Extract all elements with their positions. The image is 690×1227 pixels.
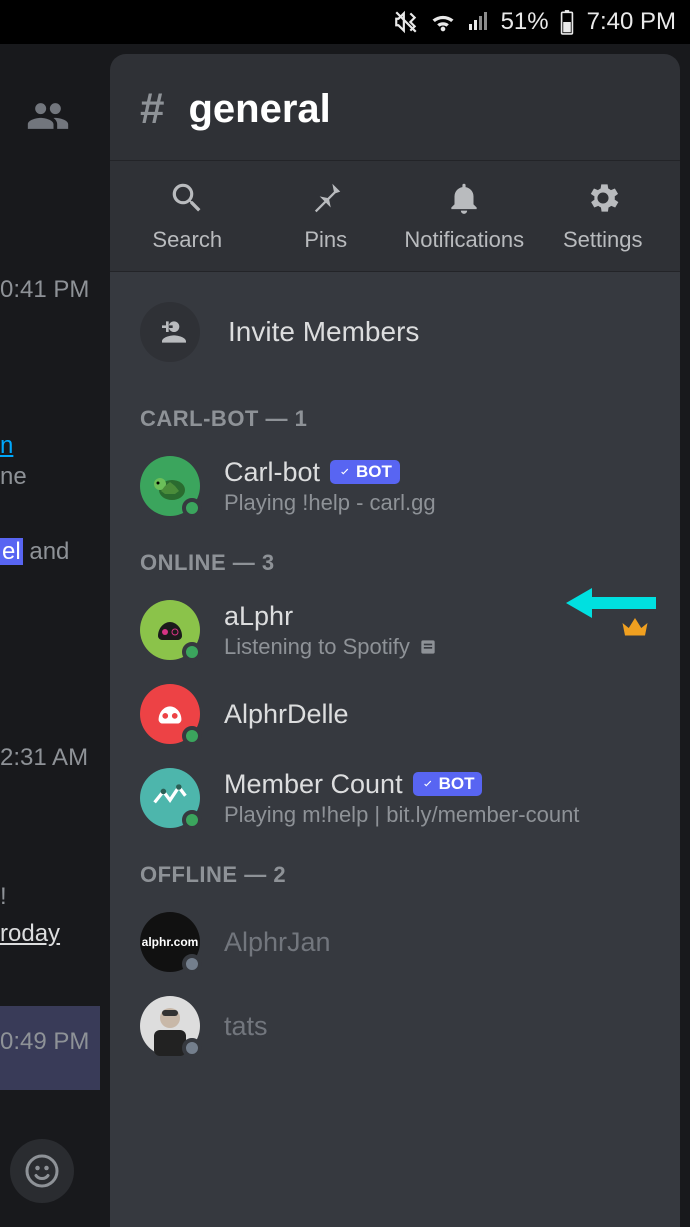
member-section-header: ONLINE — 3 [110,528,680,588]
search-button[interactable]: Search [118,179,257,253]
wifi-icon [429,8,457,36]
avatar [140,456,200,516]
battery-icon [559,9,575,35]
avatar [140,684,200,744]
member-section-header: CARL-BOT — 1 [110,384,680,444]
settings-button[interactable]: Settings [534,179,673,253]
member-row[interactable]: alphr.com AlphrJan [110,900,680,984]
battery-percent: 51% [501,8,549,36]
channel-header: # general [110,54,680,161]
member-name: aLphr [224,601,438,632]
cell-signal-icon [467,10,491,34]
bot-badge: BOT [330,460,400,484]
notifications-label: Notifications [404,227,524,253]
member-row[interactable]: Carl-bot BOT Playing !help - carl.gg [110,444,680,528]
member-name: tats [224,1011,268,1042]
vibrate-mute-icon [393,9,419,35]
bg-text-frag: el and [0,538,69,566]
member-name: Member Count BOT [224,769,579,800]
settings-label: Settings [563,227,643,253]
bg-text-frag: roday [0,920,60,948]
bg-link-frag: n [0,432,13,460]
member-name: AlphrDelle [224,699,349,730]
member-status: Playing !help - carl.gg [224,490,436,516]
invite-members-row[interactable]: Invite Members [110,292,680,384]
android-status-bar: 51% 7:40 PM [0,0,690,44]
notifications-button[interactable]: Notifications [395,179,534,253]
member-name: Carl-bot BOT [224,457,436,488]
bot-badge: BOT [413,772,483,796]
avatar [140,996,200,1056]
bg-text-frag: ne [0,463,27,491]
avatar: alphr.com [140,912,200,972]
rich-presence-icon [418,637,438,657]
member-status: Playing m!help | bit.ly/member-count [224,802,579,828]
channel-side-panel: # general Search Pins Notifications Sett… [110,54,680,1227]
bg-timestamp: 0:41 PM [0,276,89,304]
invite-members-icon [140,302,200,362]
pins-label: Pins [304,227,347,253]
bell-icon [445,179,483,217]
hash-icon: # [140,84,164,134]
bg-timestamp: 2:31 AM [0,744,88,772]
member-row[interactable]: tats [110,984,680,1068]
member-status: Listening to Spotify [224,634,438,660]
channel-name: general [188,87,330,132]
member-row[interactable]: aLphr Listening to Spotify [110,588,680,672]
avatar [140,600,200,660]
search-icon [168,179,206,217]
clock: 7:40 PM [587,8,676,36]
member-row[interactable]: AlphrDelle [110,672,680,756]
member-row[interactable]: Member Count BOT Playing m!help | bit.ly… [110,756,680,840]
chat-background-sliver: 0:41 PM n ne el and 2:31 AM ! roday 0:49… [0,44,100,1227]
crown-icon [620,613,650,648]
member-list[interactable]: Invite Members CARL-BOT — 1 Carl-bot BOT… [110,272,680,1227]
pin-icon [307,179,345,217]
pins-button[interactable]: Pins [257,179,396,253]
bg-timestamp: 0:49 PM [0,1028,89,1056]
channel-actions: Search Pins Notifications Settings [110,161,680,272]
gear-icon [584,179,622,217]
bg-text-frag: ! [0,883,7,911]
member-name: AlphrJan [224,927,331,958]
member-section-header: OFFLINE — 2 [110,840,680,900]
avatar [140,768,200,828]
search-label: Search [152,227,222,253]
friends-icon[interactable] [26,94,70,143]
invite-members-label: Invite Members [228,316,419,348]
emoji-button[interactable] [10,1139,74,1203]
